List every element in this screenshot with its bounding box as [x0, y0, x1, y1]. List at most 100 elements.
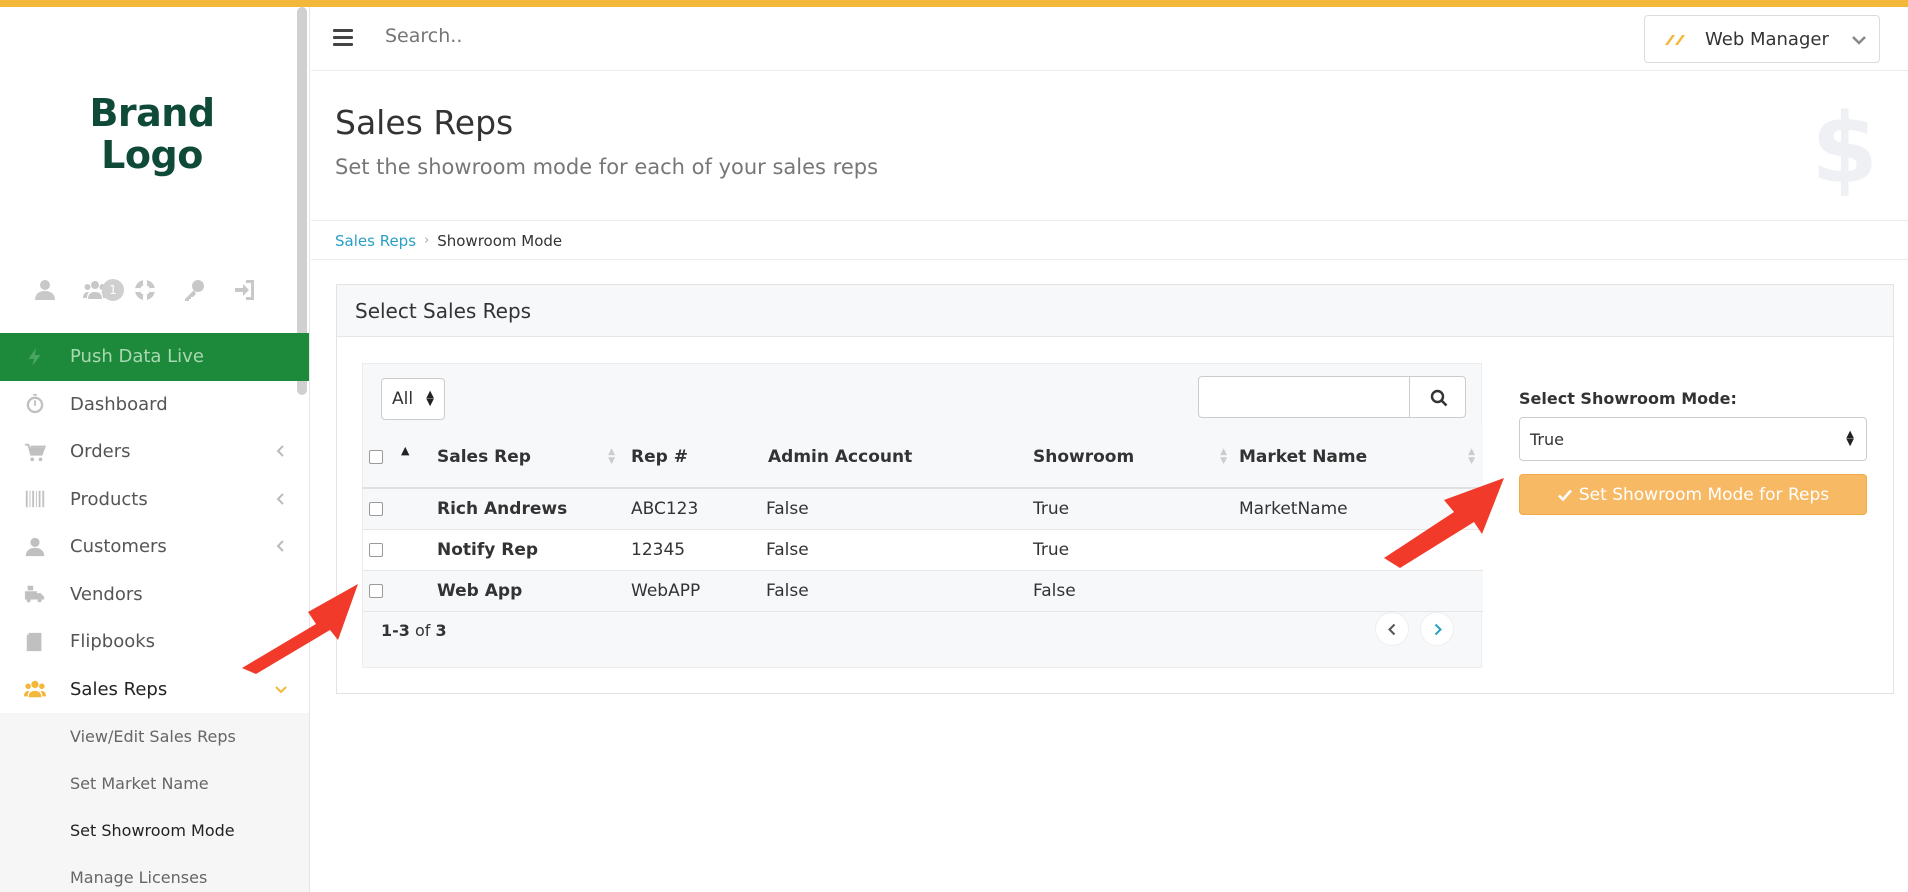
column-header-rep-number[interactable]: Rep # — [623, 426, 764, 488]
checkmark-icon — [1557, 489, 1572, 501]
set-showroom-mode-button[interactable]: Set Showroom Mode for Reps — [1519, 474, 1867, 515]
sidebar-subitem-manage-licenses[interactable]: Manage Licenses — [0, 854, 309, 892]
book-icon — [26, 632, 42, 651]
sign-in-icon[interactable] — [228, 273, 262, 307]
sidebar-item-push-data-live[interactable]: Push Data Live — [0, 333, 309, 381]
sales-reps-table-container: All ▲ ▼ ▲ Sales Rep ▲ ▼ Rep # Admin Account… — [362, 363, 1483, 668]
sidebar-item-label: Orders — [70, 441, 131, 463]
sidebar-item-label: Flipbooks — [70, 631, 156, 653]
sidebar-item-label: Products — [70, 488, 148, 510]
group-icon[interactable]: 1 — [78, 273, 124, 307]
manager-logo-icon — [1665, 35, 1685, 45]
chevron-left-icon — [276, 540, 284, 552]
top-header: Web Manager — [311, 7, 1908, 71]
column-header-label: Rep # — [631, 446, 688, 467]
column-header-label: Market Name — [1239, 446, 1368, 467]
column-header-label: Admin Account — [768, 446, 913, 467]
table-row[interactable]: Notify Rep 12345 False True — [363, 529, 1483, 570]
cell-showroom: True — [1033, 498, 1070, 519]
table-search-button[interactable] — [1409, 376, 1466, 418]
showroom-mode-value: True — [1530, 429, 1564, 449]
table-header-row: ▲ Sales Rep ▲ ▼ Rep # Admin Account Showro… — [363, 426, 1483, 488]
sidebar-item-label: Push Data Live — [70, 346, 204, 368]
sales-reps-table: ▲ Sales Rep ▲ ▼ Rep # Admin Account Showro… — [363, 426, 1483, 612]
select-all-checkbox[interactable] — [369, 449, 383, 464]
chevron-down-icon — [1852, 36, 1866, 45]
lifebuoy-icon[interactable] — [128, 273, 162, 307]
pagination-prev-button[interactable] — [1375, 612, 1409, 646]
column-header-admin-account[interactable]: Admin Account — [764, 426, 1025, 488]
sidebar-subitem-set-market-name[interactable]: Set Market Name — [0, 760, 309, 807]
breadcrumb: Sales Reps › Showroom Mode — [311, 222, 1908, 260]
search-icon — [1430, 389, 1448, 407]
sidebar-subitem-view-edit-sales-reps[interactable]: View/Edit Sales Reps — [0, 713, 309, 760]
breadcrumb-current: Showroom Mode — [437, 231, 563, 250]
showroom-mode-select[interactable]: True ▲ ▼ — [1519, 417, 1867, 461]
filter-select-value: All — [392, 389, 414, 409]
showroom-mode-label: Select Showroom Mode: — [1519, 389, 1737, 408]
brand-logo[interactable]: Brand Logo — [0, 92, 304, 176]
sidebar-item-products[interactable]: Products — [0, 476, 309, 524]
brand-logo-line2: Logo — [101, 133, 203, 177]
truck-icon — [24, 586, 45, 603]
cell-rep-number: ABC123 — [631, 498, 699, 519]
key-icon[interactable] — [178, 273, 212, 307]
notification-badge: 1 — [102, 279, 124, 301]
column-header-sales-rep[interactable]: Sales Rep ▲ ▼ — [437, 426, 623, 488]
cell-sales-rep: Notify Rep — [437, 539, 539, 560]
sort-icon: ▲ ▼ — [1220, 447, 1227, 466]
stopwatch-icon — [26, 394, 44, 414]
chevron-left-icon — [276, 492, 284, 505]
sidebar-item-label: Sales Reps — [70, 678, 168, 700]
breadcrumb-separator-icon: › — [424, 233, 430, 248]
panel-title: Select Sales Reps — [337, 285, 1893, 337]
cell-admin-account: False — [766, 498, 809, 519]
user-menu-dropdown[interactable]: Web Manager — [1644, 15, 1880, 63]
sidebar-item-orders[interactable]: Orders — [0, 428, 309, 476]
cell-showroom: True — [1033, 539, 1070, 560]
user-icon — [25, 537, 45, 556]
row-checkbox[interactable] — [369, 501, 383, 516]
sidebar-item-label: Vendors — [70, 583, 143, 605]
chevron-left-icon — [276, 445, 284, 457]
barcode-icon — [25, 491, 45, 508]
column-header-label: Showroom — [1033, 446, 1135, 467]
cell-admin-account: False — [766, 539, 809, 560]
chevron-right-icon — [1434, 623, 1442, 636]
table-search-input[interactable] — [1198, 376, 1410, 418]
set-showroom-mode-button-label: Set Showroom Mode for Reps — [1578, 484, 1830, 505]
page-title: Sales Reps — [335, 103, 514, 142]
column-header-label: Sales Rep — [437, 446, 531, 467]
filter-select[interactable]: All ▲ ▼ — [381, 378, 445, 420]
sort-toggle[interactable]: ▲ — [401, 426, 437, 488]
pagination-of: of — [415, 620, 431, 640]
pagination-next-button[interactable] — [1420, 612, 1454, 646]
sidebar-item-customers[interactable]: Customers — [0, 523, 309, 571]
bolt-icon — [28, 347, 41, 366]
brand-logo-line1: Brand — [89, 91, 215, 135]
sidebar-item-label: Dashboard — [70, 393, 168, 415]
sort-ascending-icon: ▲ — [401, 444, 410, 457]
table-row[interactable]: Rich Andrews ABC123 False True MarketNam… — [363, 488, 1483, 529]
chevron-down-icon — [275, 685, 287, 693]
select-sales-reps-panel: Select Sales Reps All ▲ ▼ ▲ Sales Rep ▲ ▼ R… — [336, 284, 1894, 694]
quick-icons: 1 — [28, 273, 278, 307]
top-accent-bar — [0, 0, 1908, 7]
column-header-showroom[interactable]: Showroom ▲ ▼ — [1025, 426, 1235, 488]
row-checkbox[interactable] — [369, 542, 383, 557]
hamburger-menu-icon[interactable] — [333, 29, 353, 47]
pagination-range: 1-3 — [381, 620, 410, 640]
global-search-input[interactable] — [385, 25, 885, 47]
chevron-left-icon — [1388, 623, 1396, 636]
sort-icon: ▲ ▼ — [1468, 447, 1475, 466]
sort-icon: ▲ ▼ — [608, 447, 615, 466]
breadcrumb-link-sales-reps[interactable]: Sales Reps — [335, 232, 416, 250]
annotation-arrow-right — [1384, 478, 1504, 568]
sales-reps-submenu: View/Edit Sales Reps Set Market Name Set… — [0, 713, 309, 892]
sidebar-item-dashboard[interactable]: Dashboard — [0, 381, 309, 429]
user-icon[interactable] — [28, 273, 62, 307]
pagination-total: 3 — [435, 620, 447, 640]
table-pagination: 1-3 of 3 — [363, 592, 1483, 668]
sidebar-subitem-set-showroom-mode[interactable]: Set Showroom Mode — [0, 807, 309, 854]
dollar-icon: $ — [1811, 93, 1878, 205]
